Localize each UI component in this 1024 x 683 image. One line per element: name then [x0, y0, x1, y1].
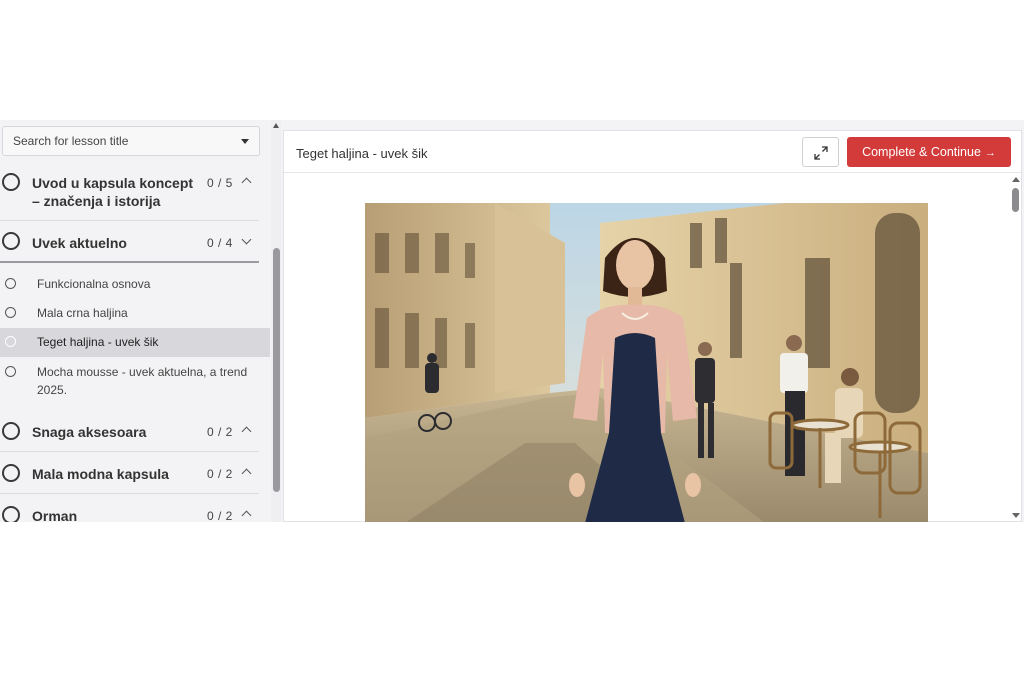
section-title: Snaga aksesoara — [32, 424, 147, 440]
section-count: 0 / 2 — [207, 467, 233, 481]
expand-icon — [814, 146, 828, 160]
section-title: Uvod u kapsula koncept – značenja i isto… — [32, 175, 194, 209]
lesson-item[interactable]: Mala crna haljina — [0, 301, 270, 327]
circle-icon — [2, 422, 20, 440]
circle-icon — [5, 366, 16, 377]
lesson-item[interactable]: Mocha mousse - uvek aktuelna, a trend 20… — [0, 361, 270, 401]
chevron-up-icon[interactable] — [241, 510, 252, 521]
circle-icon — [5, 336, 16, 347]
expand-button[interactable] — [802, 137, 839, 167]
scroll-thumb[interactable] — [1012, 188, 1019, 212]
arrow-right-icon: → — [984, 147, 996, 159]
scroll-up-arrow[interactable] — [273, 123, 279, 128]
scroll-down-arrow[interactable] — [1012, 513, 1020, 518]
section-uvod[interactable]: Uvod u kapsula koncept – značenja i isto… — [0, 164, 259, 221]
lesson-image — [365, 203, 928, 522]
lesson-item-active[interactable]: Teget haljina - uvek šik — [0, 328, 270, 357]
section-count: 0 / 4 — [207, 236, 233, 250]
complete-label: Complete & Continue — [862, 145, 981, 159]
section-title: Uvek aktuelno — [32, 235, 127, 251]
section-orman[interactable]: Orman 0 / 2 — [0, 494, 259, 522]
section-mala-modna-kapsula[interactable]: Mala modna kapsula 0 / 2 — [0, 452, 259, 494]
chevron-up-icon[interactable] — [241, 426, 252, 437]
chevron-down-icon[interactable] — [241, 234, 252, 245]
caret-down-icon — [241, 139, 249, 144]
scroll-up-arrow[interactable] — [1012, 177, 1020, 182]
section-snaga-aksesoara[interactable]: Snaga aksesoara 0 / 2 — [0, 410, 259, 452]
circle-icon — [5, 307, 16, 318]
circle-icon — [2, 232, 20, 250]
section-uvek-aktuelno[interactable]: Uvek aktuelno 0 / 4 — [0, 221, 259, 263]
lesson-search-dropdown[interactable]: Search for lesson title — [2, 126, 260, 156]
sidebar: Search for lesson title Uvod u kapsula k… — [0, 120, 270, 522]
section-count: 0 / 5 — [207, 176, 233, 190]
circle-icon — [5, 278, 16, 289]
sidebar-scrollbar[interactable] — [271, 120, 281, 522]
lesson-panel: Teget haljina - uvek šik Complete & Cont… — [283, 130, 1022, 522]
section-title: Mala modna kapsula — [32, 466, 169, 482]
circle-icon — [2, 464, 20, 482]
section-count: 0 / 2 — [207, 425, 233, 439]
section-count: 0 / 2 — [207, 509, 233, 522]
chevron-up-icon[interactable] — [241, 468, 252, 479]
lesson-label: Teget haljina - uvek šik — [37, 335, 159, 349]
course-player: Search for lesson title Uvod u kapsula k… — [0, 120, 1024, 522]
lesson-label: Funkcionalna osnova — [37, 277, 151, 291]
lesson-item[interactable]: Funkcionalna osnova — [0, 272, 270, 298]
lesson-topbar: Teget haljina - uvek šik Complete & Cont… — [284, 131, 1021, 173]
circle-icon — [2, 173, 20, 191]
scroll-thumb[interactable] — [273, 248, 280, 492]
lesson-title: Teget haljina - uvek šik — [296, 146, 428, 161]
circle-icon — [2, 506, 20, 522]
street-photo-illustration — [365, 203, 928, 522]
complete-continue-button[interactable]: Complete & Continue → — [847, 137, 1011, 167]
section-title: Orman — [32, 508, 78, 522]
content-scrollbar[interactable] — [1011, 175, 1021, 522]
search-placeholder: Search for lesson title — [13, 134, 129, 148]
lesson-label: Mocha mousse - uvek aktuelna, a trend 20… — [37, 365, 248, 397]
lesson-label: Mala crna haljina — [37, 306, 128, 320]
chevron-up-icon[interactable] — [241, 177, 252, 188]
